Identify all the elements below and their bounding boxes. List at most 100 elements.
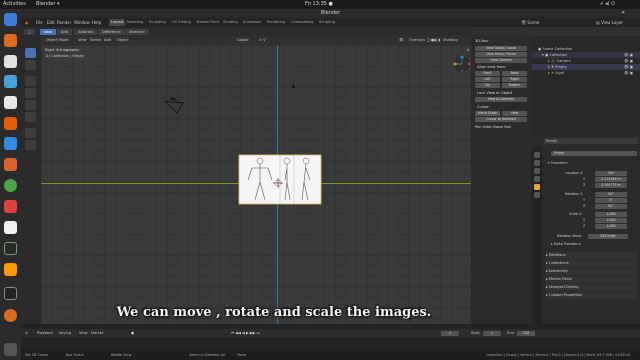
outliner-row-light[interactable]: ▸ ☀ Light 👁 ▣ [532, 70, 640, 76]
location-x-field[interactable]: 0m [595, 171, 627, 176]
location-z-field[interactable]: 0.190775 m [595, 183, 627, 188]
shading-modes-icon[interactable]: ◯●◐◑ [427, 36, 440, 45]
view-persp-ortho-button[interactable]: View Persp / Ortho [475, 52, 527, 57]
tab-scripting[interactable]: Scripting [317, 19, 337, 26]
blender-icon[interactable] [4, 158, 17, 171]
data-tab-icon[interactable] [534, 192, 540, 198]
object-name-field[interactable]: Empty [551, 151, 637, 156]
visibility-icon[interactable]: 👁 ▣ [624, 70, 633, 76]
transform-tool-icon[interactable] [25, 112, 36, 122]
tab-layout[interactable]: Layout [109, 19, 126, 26]
rotation-y-field[interactable]: 0° [595, 198, 627, 203]
menu-help[interactable]: Help [92, 18, 101, 27]
menu-add[interactable]: Add [104, 36, 111, 45]
viewport-display-section[interactable]: ▸ Viewport Display [546, 284, 638, 291]
front-button[interactable]: Front [475, 71, 500, 76]
mode-new-button[interactable]: New [40, 28, 56, 35]
menu-view[interactable]: View [79, 329, 88, 337]
3d-cursor-icon[interactable] [273, 178, 283, 188]
view-to-selected-button[interactable]: View to Selected [475, 97, 527, 102]
tab-texture-paint[interactable]: Texture Paint [194, 19, 221, 26]
menu-view[interactable]: View [78, 36, 87, 45]
mode-difference-button[interactable]: Difference [98, 28, 125, 35]
right-button[interactable]: Right [502, 77, 527, 82]
activities-button[interactable]: Activities [3, 0, 26, 9]
firefox-icon[interactable] [4, 34, 17, 47]
help-icon[interactable] [4, 137, 17, 150]
scale-y-field[interactable]: 1.000 [595, 218, 627, 223]
menu-file[interactable]: File [36, 18, 43, 27]
tab-uv-editing[interactable]: UV Editing [170, 19, 193, 26]
rhythmbox-icon[interactable] [4, 75, 17, 88]
text-editor-icon[interactable] [4, 221, 17, 234]
annotate-tool-icon[interactable] [25, 128, 36, 138]
menu-edit[interactable]: Edit [47, 18, 55, 27]
menu-window[interactable]: Window [74, 18, 90, 27]
collections-section[interactable]: ▸ Collections [546, 260, 638, 267]
tab-animation[interactable]: Animation [241, 19, 263, 26]
amazon-icon[interactable] [4, 263, 17, 276]
left-button[interactable]: Left [475, 77, 500, 82]
chrome-icon[interactable] [4, 179, 17, 192]
output-tab-icon[interactable] [534, 168, 540, 174]
render-tab-icon[interactable] [534, 160, 540, 166]
tab-rendering[interactable]: Rendering [265, 19, 287, 26]
bottom-button[interactable]: Bottom [502, 83, 527, 88]
view-global-local-button[interactable]: View Global / Local [475, 46, 527, 51]
media-player-icon[interactable] [4, 200, 17, 213]
snap-icon[interactable]: ⊙ ⚲ [259, 36, 266, 45]
scene-tab-icon[interactable] [534, 176, 540, 182]
tab-modeling[interactable]: Modeling [125, 19, 145, 26]
tab-compositing[interactable]: Compositing [289, 19, 316, 26]
terminal-icon[interactable] [4, 287, 17, 300]
mode-dropdown[interactable]: Object Mode [46, 36, 69, 45]
move-tool-icon[interactable] [25, 76, 36, 86]
instancing-section[interactable]: ▸ Instancing [546, 268, 638, 275]
mode-add-button[interactable]: Add [57, 28, 72, 35]
record-icon[interactable]: ● [131, 329, 134, 337]
app-menu[interactable]: Blender ▾ [36, 0, 59, 9]
lock-view-checkbox[interactable]: Lock View to Object [477, 91, 512, 95]
relations-section[interactable]: ▸ Relations [546, 252, 638, 259]
menu-render[interactable]: Render [57, 18, 71, 27]
pan-orbit-panel[interactable]: Pan Orbit Zoom Roll [475, 125, 511, 129]
start-frame-field[interactable]: 1 [483, 330, 501, 336]
measure-tool-icon[interactable] [25, 140, 36, 150]
mode-intersect-button[interactable]: Intersect [125, 28, 149, 35]
menu-keying[interactable]: Keying [59, 329, 71, 337]
blender-logo-icon[interactable]: ◉ [25, 18, 29, 27]
motion-paths-section[interactable]: ▸ Motion Paths [546, 276, 638, 283]
thunderbird-icon[interactable] [4, 55, 17, 68]
visibility-icon[interactable]: 👁 [399, 36, 404, 45]
shading-button[interactable]: Shading [443, 36, 458, 45]
scale-x-field[interactable]: 1.000 [595, 212, 627, 217]
tab-sculpting[interactable]: Sculpting [147, 19, 168, 26]
tab-shading[interactable]: Shading [221, 19, 240, 26]
cursor-view-button[interactable]: View [502, 111, 527, 116]
end-frame-field[interactable]: 250 [517, 330, 535, 336]
scale-z-field[interactable]: 1.000 [595, 224, 627, 229]
system-tray-icon[interactable]: ⚡ ◂) ⏻ [600, 0, 615, 9]
custom-properties-section[interactable]: ▸ Custom Properties [546, 292, 638, 299]
delta-transform-section[interactable]: ▸ Delta Transform [551, 242, 581, 247]
view-camera-button[interactable]: View Camera [475, 58, 527, 63]
scene-selector[interactable]: 🎬 Scene [521, 18, 539, 27]
tool-tab-icon[interactable] [534, 152, 540, 158]
mode-subtract-button[interactable]: Subtract [74, 28, 98, 35]
settings-icon[interactable] [4, 242, 17, 255]
overlays-button[interactable]: Overlays [409, 36, 425, 45]
files-app-icon[interactable] [4, 13, 17, 26]
window-close-icon[interactable]: ✕ [621, 9, 625, 18]
transform-section[interactable]: ▾ Transform [548, 161, 568, 166]
location-y-field[interactable]: 0.111946 m [595, 177, 627, 182]
rotation-z-field[interactable]: 90° [595, 204, 627, 209]
menu-playback[interactable]: Playback [37, 329, 53, 337]
orientation-dropdown[interactable]: Global [237, 36, 248, 45]
libreoffice-writer-icon[interactable] [4, 96, 17, 109]
3d-viewport[interactable]: Right Orthographic (1) Collection | Empt… [41, 45, 471, 324]
rotation-x-field[interactable]: 90° [595, 192, 627, 197]
top-button[interactable]: Top [475, 83, 500, 88]
world-origin-button[interactable]: World Origin [475, 111, 500, 116]
light-object-icon[interactable] [292, 85, 295, 88]
select-tool-icon[interactable] [25, 48, 36, 58]
